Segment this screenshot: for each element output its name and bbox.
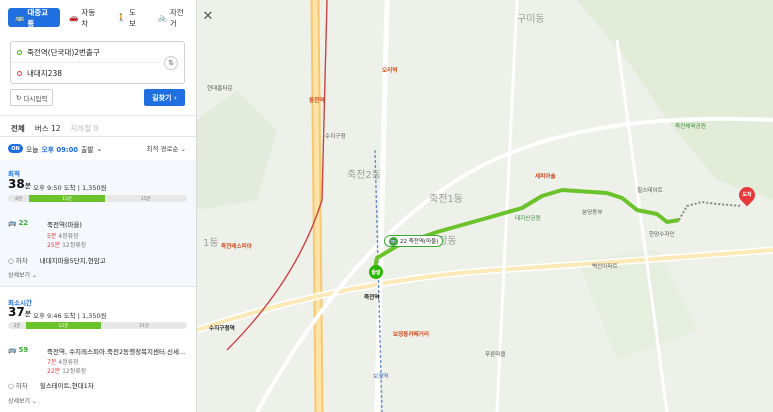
destination-marker[interactable]: 도착: [735, 183, 759, 207]
road: [374, 0, 390, 412]
divider: [0, 136, 196, 137]
action-row: ↻ 다시입력 길찾기 ›: [10, 89, 185, 106]
board-stop: 죽전역, 수지레스피아.죽전2동행정복지센터.신세...: [47, 348, 186, 356]
mode-transit-tab[interactable]: 🚌 대중교통: [8, 8, 61, 28]
station-label[interactable]: 죽전역: [364, 293, 379, 301]
place-label[interactable]: 보정동카페거리: [393, 330, 429, 338]
chevron-down-icon: ⌄: [32, 272, 38, 279]
bus-icon: 🚌: [8, 219, 17, 227]
tab-subway: 지하철 0: [70, 124, 99, 133]
chevron-down-icon: ⌄: [32, 398, 38, 405]
place-label[interactable]: 죽전레스피아: [221, 242, 252, 250]
place-label[interactable]: 푸른마을: [485, 350, 506, 358]
bus-icon: 🚌: [15, 13, 25, 22]
alight-step: ○ 하차 내대지마을5단지,현암고: [8, 257, 106, 265]
place-label[interactable]: 대지산공원: [515, 214, 541, 222]
tab-all[interactable]: 전체: [11, 123, 25, 134]
station-label[interactable]: 보정역: [373, 372, 388, 380]
detail-link[interactable]: 상세보기 ⌄: [8, 396, 37, 405]
bus-icon: 🚌: [8, 346, 17, 354]
place-label[interactable]: 수지구청: [325, 132, 346, 140]
mode-walk-tab[interactable]: 🚶 도보: [110, 8, 149, 28]
car-icon: 🚗: [69, 13, 79, 22]
arrival-info-1: 5분 4정류장: [47, 233, 79, 240]
area-label: 구미동: [517, 14, 545, 25]
close-icon[interactable]: ✕: [200, 8, 216, 24]
place-label[interactable]: 현대홈타운: [207, 84, 233, 92]
chevron-down-icon: ⌄: [96, 144, 103, 153]
destination-dot-icon: [17, 71, 22, 76]
route-inputs: 죽전역(단국대)2번출구 내대지238 ⇅: [10, 41, 185, 84]
route-timeline-bar: 3분 12분 21분: [8, 322, 187, 329]
divider: [0, 115, 196, 116]
park-area: [197, 90, 277, 210]
place-label[interactable]: 벽산아파트: [592, 262, 618, 270]
walk-path: [678, 200, 743, 221]
origin-dot-icon: [17, 49, 22, 55]
swap-icon[interactable]: ⇅: [164, 56, 178, 70]
divider: [0, 286, 196, 287]
detail-link[interactable]: 상세보기 ⌄: [8, 270, 37, 279]
result-tabs: 전체 버스 12 지하철 0: [11, 123, 98, 134]
departure-time[interactable]: ON 오늘 오후 09:00 출발 ⌄: [8, 143, 102, 154]
directions-panel: 🚌 대중교통 🚗 자동차 🚶 도보 🚲 자전거 죽전역(단국대)2번출구 내대지238 …: [0, 0, 197, 412]
transport-mode-tabs: 🚌 대중교통 🚗 자동차 🚶 도보 🚲 자전거: [8, 8, 197, 28]
refresh-icon: ↻: [16, 93, 22, 102]
chevron-down-icon: ⌄: [180, 145, 186, 153]
bus-segment: 12분: [25, 322, 102, 329]
place-label[interactable]: 죽전체육공원: [675, 122, 706, 130]
sort-select[interactable]: 최적 경로순 ⌄: [147, 143, 187, 153]
walk-segment: 6분: [15, 196, 23, 202]
walk-segment: 21분: [139, 323, 149, 329]
bike-icon: 🚲: [157, 13, 167, 22]
search-route-button[interactable]: 길찾기 ›: [144, 89, 185, 106]
area-label: 죽전1동: [429, 194, 463, 205]
area-label: 1동: [203, 238, 219, 249]
station-label[interactable]: 동천역: [309, 96, 324, 104]
place-label[interactable]: 세피아솔: [535, 172, 556, 180]
arrival-info-2: 25분 12정류장: [47, 242, 87, 249]
bus-step: 🚌 59: [8, 346, 29, 354]
walk-segment: 15분: [140, 196, 151, 202]
alight-dot-icon: ○: [8, 382, 14, 390]
route-duration: 37분: [8, 305, 32, 319]
walk-segment: 3분: [13, 323, 21, 329]
route-timeline-bar: 6분 15분 15분: [8, 195, 187, 202]
tab-bus[interactable]: 버스 12: [35, 123, 61, 134]
route-arrival-fare: 오후 9:50 도착 | 1,350원: [33, 184, 107, 192]
route-card-1[interactable]: 최적 38분 오후 9:50 도착 | 1,350원 6분 15분 15분 🚌 22…: [0, 160, 196, 286]
start-marker[interactable]: 출발: [369, 265, 383, 279]
station-label[interactable]: 오리역: [382, 66, 397, 74]
origin-field[interactable]: 죽전역(단국대)2번출구: [11, 42, 159, 63]
arrival-info-1: 7분 4정류장: [47, 359, 79, 366]
walk-icon: 🚶: [116, 13, 126, 22]
bus-icon: 🚌: [389, 236, 398, 246]
destination-field[interactable]: 내대지238: [11, 63, 159, 84]
park-area: [577, 0, 773, 200]
mode-car-tab[interactable]: 🚗 자동차: [62, 8, 108, 28]
route-card-2[interactable]: 최소시간 37분 오후 9:46 도착 | 1,350원 3분 12분 21분 🚌 …: [0, 290, 196, 412]
mode-bike-tab[interactable]: 🚲 자전거: [151, 8, 197, 28]
alight-step: ○ 하차 힐스테이트,현대1차: [8, 382, 94, 390]
place-label[interactable]: 한양수자인: [649, 230, 675, 238]
arrival-info-2: 22분 12정류장: [47, 368, 87, 375]
map-view[interactable]: 구미동 죽전2동 죽전1동 보정동 1동 오리역 동천역 죽전역 보정역 수지구…: [197, 0, 773, 412]
station-label[interactable]: 수지구청역: [209, 324, 235, 332]
chevron-right-icon: ›: [173, 93, 177, 102]
bus-segment: 15분: [29, 195, 105, 202]
reinput-button[interactable]: ↻ 다시입력: [10, 89, 54, 106]
route-arrival-fare: 오후 9:46 도착 | 1,350원: [33, 312, 107, 320]
board-stop: 죽전역(마을): [47, 221, 82, 229]
bus-stop-marker[interactable]: 🚌 22 죽전역(마을): [384, 235, 444, 247]
departure-toggle[interactable]: ON: [8, 144, 23, 153]
place-label[interactable]: 힐스테이트: [637, 186, 663, 194]
bus-step: 🚌 22: [8, 219, 29, 227]
area-label: 죽전2동: [347, 170, 381, 181]
alight-dot-icon: ○: [8, 257, 14, 265]
place-label[interactable]: 분당동부: [582, 208, 603, 216]
route-duration: 38분: [8, 177, 32, 191]
